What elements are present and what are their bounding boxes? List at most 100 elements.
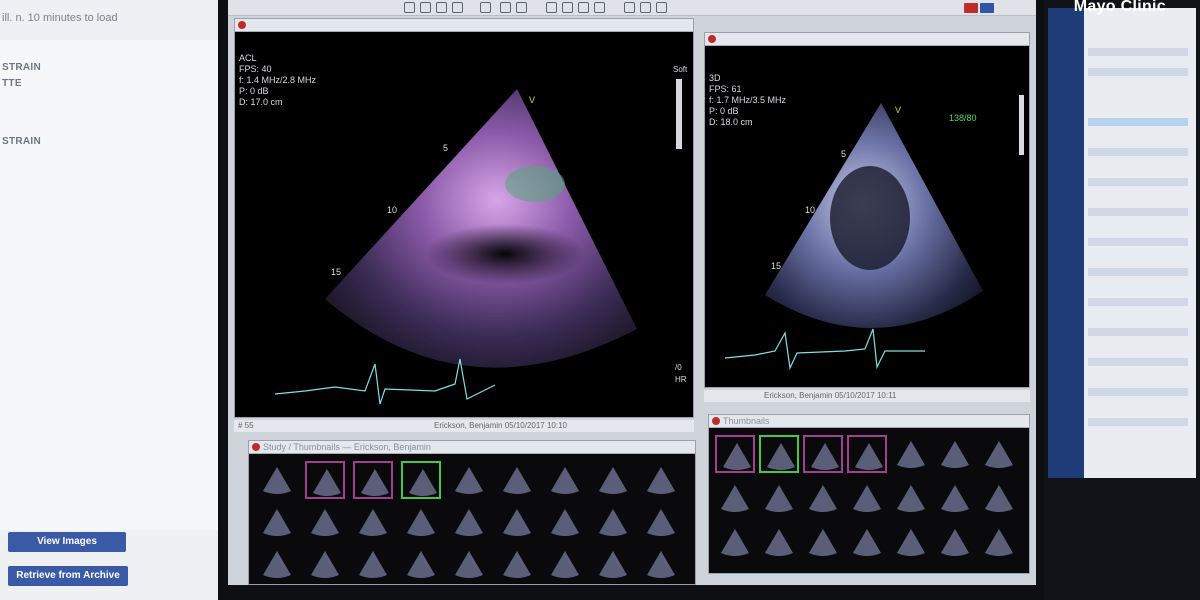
status-icon[interactable] [980, 3, 994, 13]
list-item[interactable] [1088, 388, 1188, 396]
tool-icon[interactable] [420, 2, 431, 13]
echo-thumbnail[interactable] [979, 523, 1019, 561]
echo-thumbnail[interactable] [593, 503, 633, 541]
tool-icon[interactable] [656, 2, 667, 13]
echo-thumbnail[interactable] [803, 523, 843, 561]
echo-thumbnail[interactable] [257, 461, 297, 499]
echo-thumbnail[interactable] [979, 479, 1019, 517]
echo-thumbnail[interactable] [257, 545, 297, 583]
thumbnail-strip-left[interactable]: Study / Thumbnails — Erickson, Benjamin [248, 440, 696, 585]
echo-thumbnail[interactable] [545, 545, 585, 583]
list-item[interactable] [1088, 238, 1188, 246]
echo-thumbnail[interactable] [759, 435, 799, 473]
zoom-icon[interactable] [624, 2, 635, 13]
echo-thumbnail[interactable] [593, 461, 633, 499]
echo-thumbnail[interactable] [353, 545, 393, 583]
echo-thumbnail[interactable] [641, 503, 681, 541]
echo-cavity [425, 224, 585, 284]
echo-thumbnail[interactable] [641, 545, 681, 583]
echo-thumbnail[interactable] [449, 545, 489, 583]
echo-thumbnail[interactable] [759, 523, 799, 561]
tool-icon[interactable] [546, 2, 557, 13]
strip-header: Study / Thumbnails — Erickson, Benjamin [249, 441, 695, 454]
echo-thumbnail[interactable] [935, 523, 975, 561]
list-item[interactable] [1088, 208, 1188, 216]
depth-mark: 10 [805, 205, 816, 215]
list-item[interactable] [1088, 298, 1188, 306]
echo-thumbnail[interactable] [935, 479, 975, 517]
echo-thumbnail[interactable] [545, 503, 585, 541]
orientation-marker: V [529, 95, 536, 105]
gray-scale-bar [1019, 95, 1024, 155]
list-item[interactable] [1088, 68, 1188, 76]
echo-thumbnail[interactable] [715, 523, 755, 561]
echo-thumbnail[interactable] [401, 461, 441, 499]
echo-thumbnail[interactable] [545, 461, 585, 499]
echo-thumbnail[interactable] [641, 461, 681, 499]
view-images-button[interactable]: View Images [8, 532, 126, 552]
list-item[interactable] [1088, 118, 1188, 126]
list-item[interactable]: STRAIN [2, 62, 41, 73]
echo-thumbnail[interactable] [257, 503, 297, 541]
echo-thumbnail[interactable] [891, 523, 931, 561]
echo-thumbnail[interactable] [715, 479, 755, 517]
list-item[interactable] [1088, 358, 1188, 366]
echo-thumbnail[interactable] [847, 435, 887, 473]
echo-thumbnail[interactable] [759, 479, 799, 517]
side-label: HR [675, 375, 687, 384]
tool-icon[interactable] [500, 2, 511, 13]
echo-thumbnail[interactable] [449, 461, 489, 499]
echo-thumbnail[interactable] [353, 503, 393, 541]
tool-icon[interactable] [404, 2, 415, 13]
tool-icon[interactable] [594, 2, 605, 13]
echo-thumbnail[interactable] [305, 545, 345, 583]
echo-thumbnail[interactable] [847, 479, 887, 517]
echo-thumbnail[interactable] [891, 479, 931, 517]
retrieve-archive-button[interactable]: Retrieve from Archive [8, 566, 128, 586]
list-item[interactable]: TTE [2, 78, 22, 89]
echo-thumbnail[interactable] [497, 503, 537, 541]
echo-thumbnail[interactable] [449, 503, 489, 541]
tool-icon[interactable] [640, 2, 651, 13]
echo-viewport-right[interactable]: 3D FPS: 61 f: 1.7 MHz/3.5 MHz P: 0 dB D: 1… [704, 32, 1030, 388]
echo-thumbnail[interactable] [353, 461, 393, 499]
strip-title: Study / Thumbnails — Erickson, Benjamin [263, 442, 431, 452]
echo-thumbnail[interactable] [935, 435, 975, 473]
list-item[interactable] [1088, 148, 1188, 156]
secondary-screen [1048, 8, 1196, 478]
echo-thumbnail[interactable] [497, 461, 537, 499]
echo-thumbnail[interactable] [305, 461, 345, 499]
echo-thumbnail[interactable] [803, 435, 843, 473]
load-note: ill. n. 10 minutes to load [2, 12, 118, 24]
list-item[interactable] [1088, 178, 1188, 186]
list-item[interactable]: STRAIN [2, 136, 41, 147]
echo-thumbnail[interactable] [847, 523, 887, 561]
echo-thumbnail[interactable] [305, 503, 345, 541]
echo-thumbnail[interactable] [497, 545, 537, 583]
cut-icon[interactable] [480, 2, 491, 13]
tool-icon[interactable] [516, 2, 527, 13]
study-list: STRAIN TTE STRAIN [0, 40, 230, 530]
tool-icon[interactable] [562, 2, 573, 13]
tool-icon[interactable] [436, 2, 447, 13]
thumbnail-strip-right[interactable]: Thumbnails [708, 414, 1030, 574]
depth-mark: 15 [331, 267, 342, 277]
echo-viewport-left[interactable]: ACL FPS: 40 f: 1.4 MHz/2.8 MHz P: 0 dB D: … [234, 18, 694, 418]
list-item[interactable] [1088, 328, 1188, 336]
echo-thumbnail[interactable] [401, 503, 441, 541]
echo-thumbnail[interactable] [401, 545, 441, 583]
echo-thumbnail[interactable] [715, 435, 755, 473]
depth-mark: 15 [771, 261, 782, 271]
alert-icon[interactable] [964, 3, 978, 13]
list-item[interactable] [1088, 268, 1188, 276]
echo-thumbnail[interactable] [593, 545, 633, 583]
echo-thumbnail[interactable] [803, 479, 843, 517]
viewport-footer: Erickson, Benjamin 05/10/2017 10:11 [704, 390, 1030, 402]
list-item[interactable] [1088, 418, 1188, 426]
tool-icon[interactable] [452, 2, 463, 13]
list-item[interactable] [1088, 48, 1188, 56]
tool-icon[interactable] [578, 2, 589, 13]
echo-thumbnail[interactable] [979, 435, 1019, 473]
watermark: Mayo Clinic [1073, 0, 1166, 15]
echo-thumbnail[interactable] [891, 435, 931, 473]
